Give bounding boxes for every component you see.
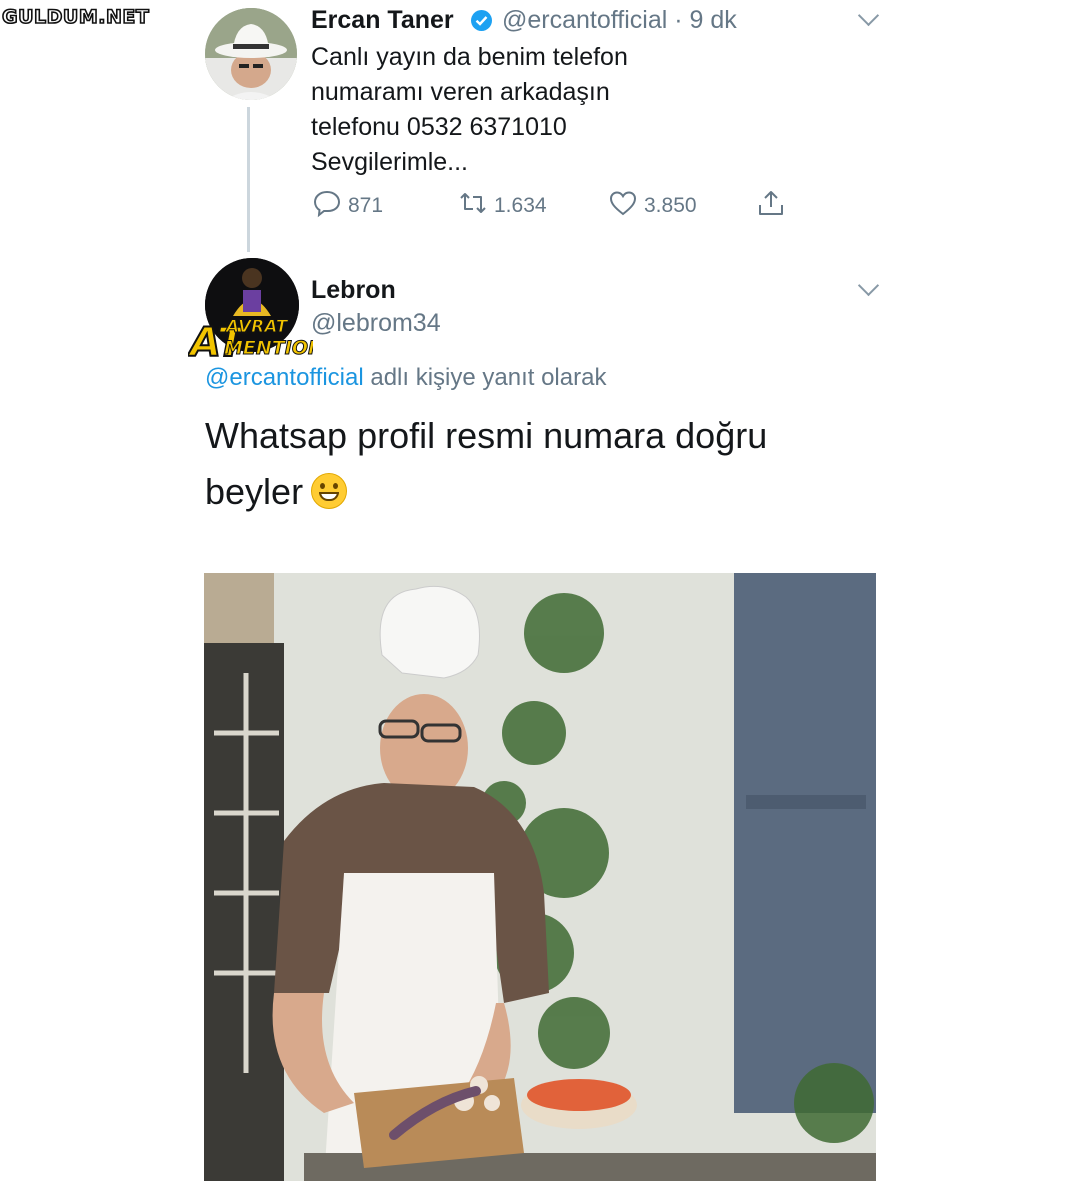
thread-line bbox=[247, 107, 250, 252]
reply-line: Whatsap profil resmi numara doğru bbox=[205, 415, 768, 456]
like-count: 3.850 bbox=[644, 194, 697, 217]
reply-body: Whatsap profil resmi numara doğru beyler bbox=[205, 408, 845, 520]
tweet-line: numaramı veren arkadaşın bbox=[311, 78, 610, 106]
reply-button[interactable]: 871 bbox=[312, 190, 383, 222]
heart-icon bbox=[608, 188, 638, 224]
at-mention-logo: AT AVRAT MENTION bbox=[186, 312, 324, 368]
tweet-time: · 9 dk bbox=[674, 6, 737, 34]
avatar-ercan-taner[interactable] bbox=[205, 8, 297, 100]
grinning-face-icon bbox=[311, 473, 348, 509]
share-button[interactable] bbox=[756, 190, 786, 222]
reply-icon bbox=[312, 188, 342, 224]
share-icon bbox=[756, 188, 786, 224]
handle-text: @ercantofficial bbox=[502, 6, 668, 34]
retweet-icon bbox=[458, 188, 488, 224]
reply-context: @ercantofficial adlı kişiye yanıt olarak bbox=[205, 364, 606, 392]
reply-to-text: adlı kişiye yanıt olarak bbox=[363, 364, 607, 391]
retweet-count: 1.634 bbox=[494, 194, 547, 217]
tweet-line: Sevgilerimle... bbox=[311, 148, 468, 176]
author-name[interactable]: Ercan Taner bbox=[311, 6, 454, 35]
verified-badge-icon bbox=[471, 10, 492, 31]
reply-to-mention-link[interactable]: @ercantofficial bbox=[205, 364, 364, 391]
attached-photo[interactable] bbox=[204, 573, 876, 1181]
reply-author-handle[interactable]: @lebrom34 bbox=[311, 309, 441, 338]
reply-count: 871 bbox=[348, 194, 384, 217]
chevron-down-icon[interactable] bbox=[857, 4, 880, 27]
logo-avrat: AVRAT bbox=[224, 317, 289, 337]
logo-mention: MENTION bbox=[224, 337, 313, 359]
chevron-down-icon[interactable] bbox=[857, 274, 880, 297]
retweet-button[interactable]: 1.634 bbox=[458, 190, 547, 222]
site-watermark: GULDUM.NET bbox=[1, 5, 150, 29]
author-handle[interactable]: @ercantofficial · 9 dk bbox=[502, 6, 737, 35]
like-button[interactable]: 3.850 bbox=[608, 190, 697, 222]
tweet-line: telefonu 0532 6371010 bbox=[311, 113, 567, 141]
tweet-line: Canlı yayın da benim telefon bbox=[311, 43, 628, 71]
reply-line: beyler bbox=[205, 471, 304, 512]
tweet-body: Canlı yayın da benim telefon numaramı ve… bbox=[311, 40, 831, 180]
reply-author-name[interactable]: Lebron bbox=[311, 276, 396, 305]
